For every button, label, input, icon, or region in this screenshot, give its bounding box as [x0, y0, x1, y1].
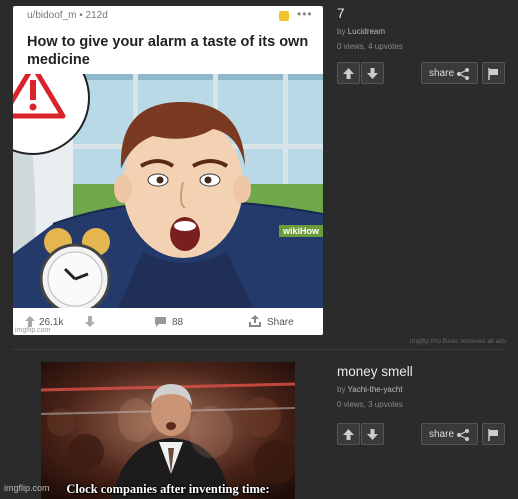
upvote-button[interactable] — [337, 62, 360, 84]
wikihow-watermark: wikiHow — [278, 225, 323, 237]
post-info: 7 by Lucidream 0 views, 4 upvotes — [337, 6, 403, 51]
share-button-label: share — [429, 429, 455, 440]
share-button[interactable]: share — [421, 62, 478, 84]
flag-button[interactable] — [482, 62, 505, 84]
comment-icon — [155, 317, 166, 327]
reddit-post-header: u/bidoof_m • 212d — [27, 10, 108, 21]
meme-image[interactable]: Clock companies after inventing time: — [41, 362, 295, 499]
more-options-icon: ••• — [297, 7, 313, 21]
share-label: Share — [267, 317, 294, 328]
meme-post: u/bidoof_m • 212d ••• How to give your a… — [0, 0, 518, 345]
arrow-down-icon — [367, 429, 378, 440]
cartoon-illustration — [13, 74, 323, 308]
ads-footnote[interactable]: Imgflip Pro Basic removes all ads — [410, 338, 506, 345]
post-author-line: by Yachi-the-yacht — [337, 385, 413, 394]
imgflip-tag: imgflip.com — [15, 327, 51, 334]
post-stats: 0 views, 3 upvotes — [337, 400, 403, 409]
upvote-arrow-icon — [25, 316, 35, 327]
post-stats: 0 views, 4 upvotes — [337, 42, 403, 51]
wrestling-photo — [41, 362, 295, 499]
share-icon — [457, 68, 469, 80]
flag-icon — [488, 68, 498, 80]
post-title[interactable]: 7 — [337, 6, 403, 21]
by-label: by — [337, 27, 346, 36]
share-button-label: share — [429, 68, 455, 79]
share-button[interactable]: share — [421, 423, 478, 445]
post-divider — [13, 349, 505, 350]
post-info: money smell by Yachi-the-yacht 0 views, … — [337, 364, 413, 409]
share-icon — [457, 429, 469, 441]
arrow-up-icon — [343, 429, 354, 440]
downvote-button[interactable] — [361, 62, 384, 84]
share-icon — [249, 315, 261, 327]
meme-caption: Clock companies after inventing time: — [66, 482, 270, 496]
flag-icon — [488, 429, 498, 441]
arrow-up-icon — [343, 68, 354, 79]
reddit-post-footer: 26.1k 88 Share — [13, 308, 323, 335]
by-label: by — [337, 385, 346, 394]
arrow-down-icon — [367, 68, 378, 79]
author-link[interactable]: Lucidream — [348, 27, 385, 36]
flag-button[interactable] — [482, 423, 505, 445]
meme-post: Clock companies after inventing time: mo… — [0, 352, 518, 499]
reddit-post-title: How to give your alarm a taste of its ow… — [27, 34, 309, 68]
downvote-arrow-icon — [85, 316, 95, 327]
downvote-button[interactable] — [361, 423, 384, 445]
upvote-button[interactable] — [337, 423, 360, 445]
post-title[interactable]: money smell — [337, 364, 413, 379]
imgflip-watermark: imgflip.com — [4, 483, 50, 493]
author-link[interactable]: Yachi-the-yacht — [348, 385, 403, 394]
award-icon — [279, 11, 289, 21]
comment-count: 88 — [172, 317, 184, 328]
meme-image[interactable]: u/bidoof_m • 212d ••• How to give your a… — [13, 6, 323, 335]
post-author-line: by Lucidream — [337, 27, 403, 36]
